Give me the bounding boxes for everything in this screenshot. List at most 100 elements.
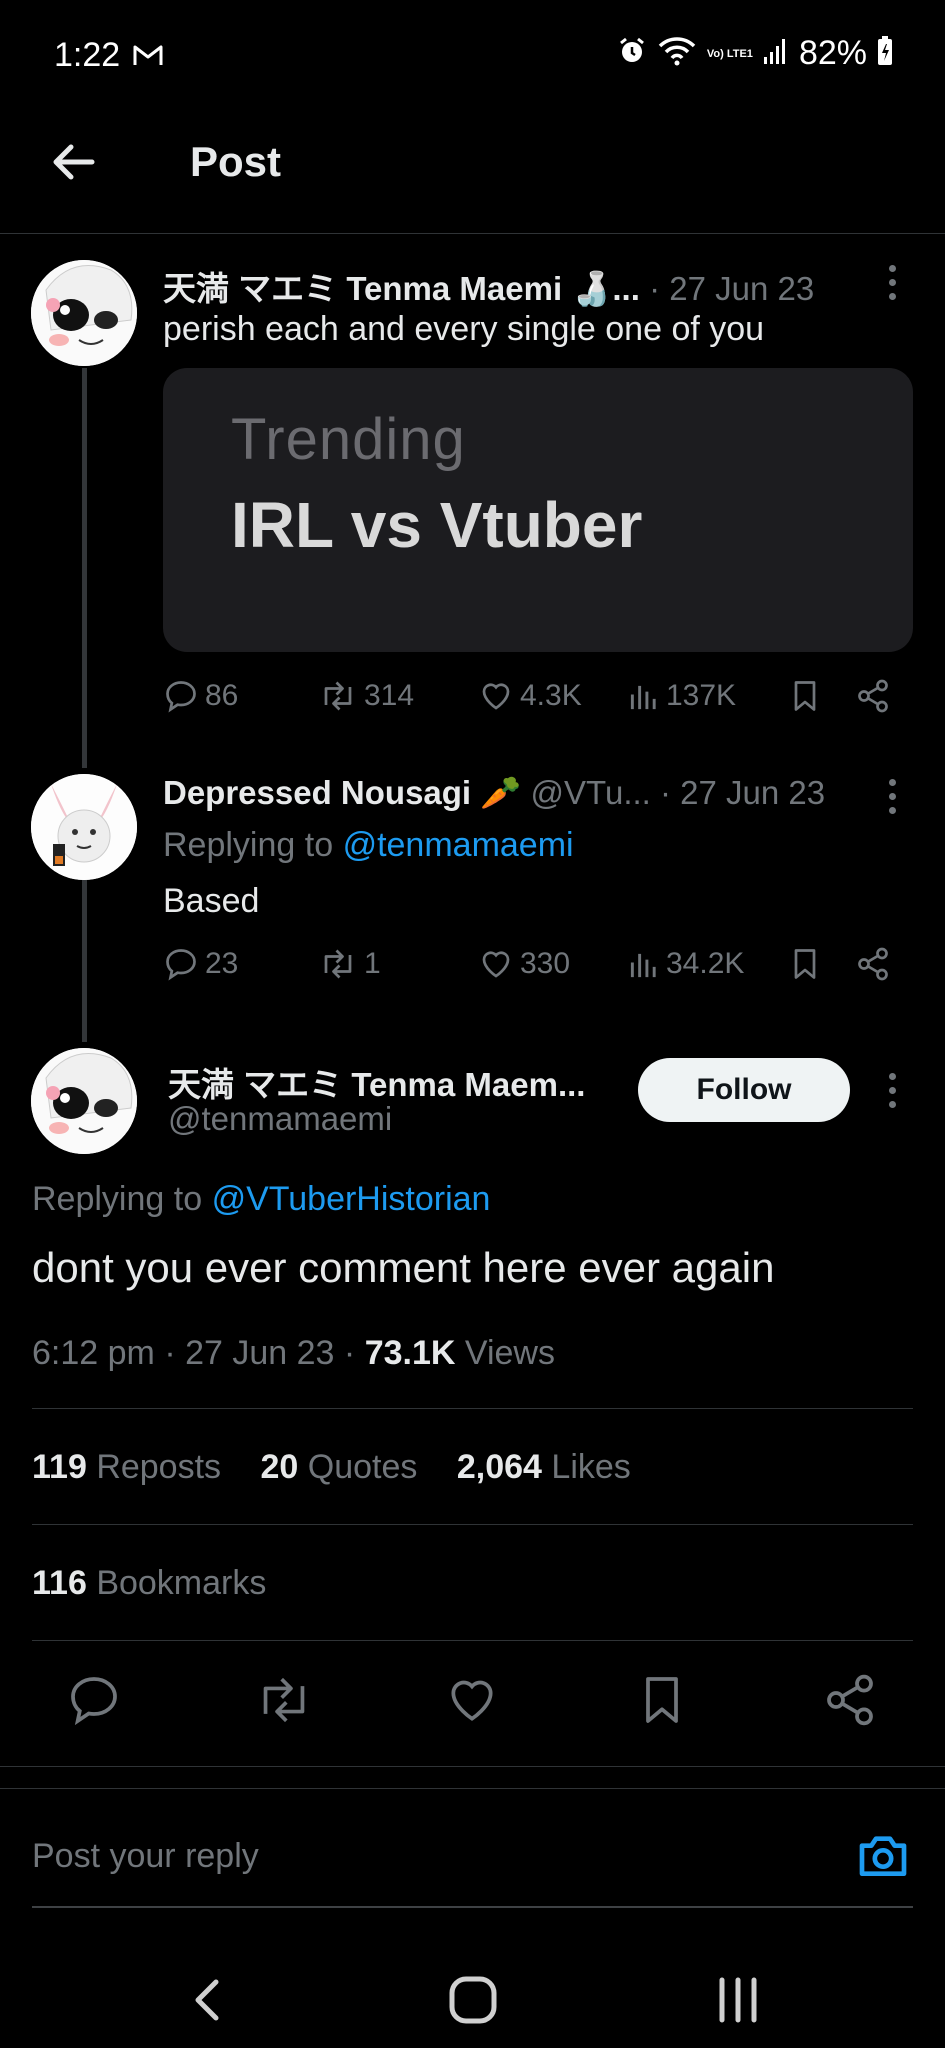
reposts-stat[interactable]: 119 Reposts <box>32 1448 221 1486</box>
share-icon <box>858 947 888 981</box>
divider <box>32 1408 913 1409</box>
nav-recents-button[interactable] <box>708 1970 768 2030</box>
display-name[interactable]: 天満 マエミ Tenma Maemi 🍶... <box>163 270 640 307</box>
repost-icon <box>263 1677 305 1723</box>
reply-button[interactable] <box>66 1672 122 1728</box>
status-time: 1:22 <box>54 36 121 74</box>
bookmarks-stat[interactable]: 116 Bookmarks <box>32 1564 266 1603</box>
bookmarks-label: Bookmarks <box>96 1564 267 1602</box>
nav-home-button[interactable] <box>443 1970 503 2030</box>
nav-back-button[interactable] <box>178 1970 238 2030</box>
back-button[interactable] <box>48 136 100 188</box>
divider <box>32 1640 913 1641</box>
display-name[interactable]: Depressed Nousagi 🥕 <box>163 774 521 811</box>
share-icon <box>858 679 888 713</box>
main-tweet-text: dont you ever comment here ever again <box>32 1244 775 1291</box>
reply-composer: Post your reply <box>0 1788 945 1908</box>
reply-input[interactable]: Post your reply <box>32 1837 259 1876</box>
main-tweet-handle: @tenmamaemi <box>168 1100 392 1138</box>
camera-button[interactable] <box>855 1827 911 1883</box>
bar-chart-icon <box>630 685 656 710</box>
more-options-button[interactable] <box>872 1070 912 1110</box>
share-icon <box>827 1674 873 1726</box>
tweet-actions: 23 1 330 34.2K <box>163 946 903 996</box>
like-button[interactable]: 330 <box>478 946 570 982</box>
trending-card[interactable]: Trending IRL vs Vtuber <box>163 368 913 652</box>
chat-bubble-icon <box>166 681 196 713</box>
home-icon <box>449 1976 497 2024</box>
bookmarks-count: 116 <box>32 1564 87 1602</box>
share-button[interactable] <box>855 678 891 714</box>
status-icons: Vo) LTE1 82% <box>617 34 893 73</box>
display-name[interactable]: 天満 マエミ Tenma Maem... <box>168 1066 585 1103</box>
engagement-stats: 119 Reposts 20 Quotes 2,064 Likes <box>32 1448 661 1487</box>
reply-button[interactable]: 86 <box>163 678 238 714</box>
views-button[interactable]: 34.2K <box>628 946 744 982</box>
like-button[interactable] <box>444 1672 500 1728</box>
tweet-time[interactable]: 6:12 pm <box>32 1334 155 1372</box>
divider <box>0 1766 945 1767</box>
repost-count: 314 <box>364 679 415 712</box>
bookmark-button[interactable] <box>634 1672 690 1728</box>
handle[interactable]: @VTu... <box>531 774 651 811</box>
separator: · <box>343 1334 356 1372</box>
reply-underline <box>32 1906 913 1908</box>
avatar[interactable] <box>31 260 137 366</box>
views-button[interactable]: 137K <box>628 678 736 714</box>
reposts-label: Reposts <box>96 1448 222 1486</box>
avatar[interactable] <box>31 774 137 880</box>
replying-prefix: Replying to <box>163 826 334 864</box>
tweet-header: Depressed Nousagi 🥕 @VTu... · 27 Jun 23 <box>163 774 825 813</box>
avatar[interactable] <box>31 1048 137 1154</box>
share-button[interactable] <box>822 1672 878 1728</box>
tweet-date[interactable]: · 27 Jun 23 <box>649 270 814 307</box>
replying-to: Replying to @VTuberHistorian <box>32 1180 490 1219</box>
share-button[interactable] <box>855 946 891 982</box>
tweet-date[interactable]: · 27 Jun 23 <box>660 774 825 811</box>
camera-icon <box>859 1836 907 1876</box>
bookmark-icon <box>794 949 816 979</box>
repost-button[interactable] <box>254 1672 310 1728</box>
battery-icon <box>877 36 893 71</box>
reposts-count: 119 <box>32 1448 87 1486</box>
chevron-left-icon <box>195 1979 219 2021</box>
quotes-label: Quotes <box>307 1448 418 1486</box>
bar-chart-icon <box>630 953 656 978</box>
gmail-icon <box>132 42 164 73</box>
follow-button[interactable]: Follow <box>638 1058 850 1122</box>
tweet-actions: 86 314 4.3K 137K <box>163 678 903 728</box>
likes-count: 2,064 <box>456 1448 542 1486</box>
system-nav-bar <box>0 1940 945 2048</box>
heart-icon <box>482 683 510 710</box>
more-options-button[interactable] <box>872 776 912 816</box>
more-options-button[interactable] <box>872 262 912 302</box>
repost-icon <box>324 681 352 711</box>
card-title: IRL vs Vtuber <box>231 489 643 561</box>
replying-to: Replying to @tenmamaemi <box>163 826 574 865</box>
likes-stat[interactable]: 2,064 Likes <box>457 1448 631 1486</box>
bookmark-icon <box>646 1677 678 1723</box>
tweet-date[interactable]: 27 Jun 23 <box>185 1334 334 1372</box>
replying-handle-link[interactable]: @tenmamaemi <box>343 826 574 864</box>
thread-line <box>82 880 87 1042</box>
tweet-meta: 6:12 pm · 27 Jun 23 · 73.1K Views <box>32 1334 555 1373</box>
views-count: 73.1K <box>364 1334 456 1372</box>
tweet-header: 天満 マエミ Tenma Maemi 🍶... · 27 Jun 23 <box>163 262 814 310</box>
chat-bubble-icon <box>71 1677 117 1726</box>
wifi-icon <box>657 36 697 71</box>
quotes-count: 20 <box>260 1448 299 1486</box>
repost-button[interactable]: 314 <box>318 678 414 714</box>
divider <box>32 1524 913 1525</box>
repost-button[interactable]: 1 <box>318 946 381 982</box>
quotes-stat[interactable]: 20 Quotes <box>261 1448 418 1486</box>
handle[interactable]: @tenmamaemi <box>168 1100 392 1137</box>
page-title: Post <box>190 138 282 185</box>
like-count: 330 <box>520 947 571 980</box>
bookmark-button[interactable] <box>788 946 822 982</box>
reply-button[interactable]: 23 <box>163 946 238 982</box>
bookmark-button[interactable] <box>788 678 822 714</box>
status-bar: 1:22 Vo) LTE1 82% <box>0 0 945 110</box>
like-button[interactable]: 4.3K <box>478 678 582 714</box>
replying-handle-link[interactable]: @VTuberHistorian <box>212 1180 491 1218</box>
heart-icon <box>451 1680 493 1721</box>
